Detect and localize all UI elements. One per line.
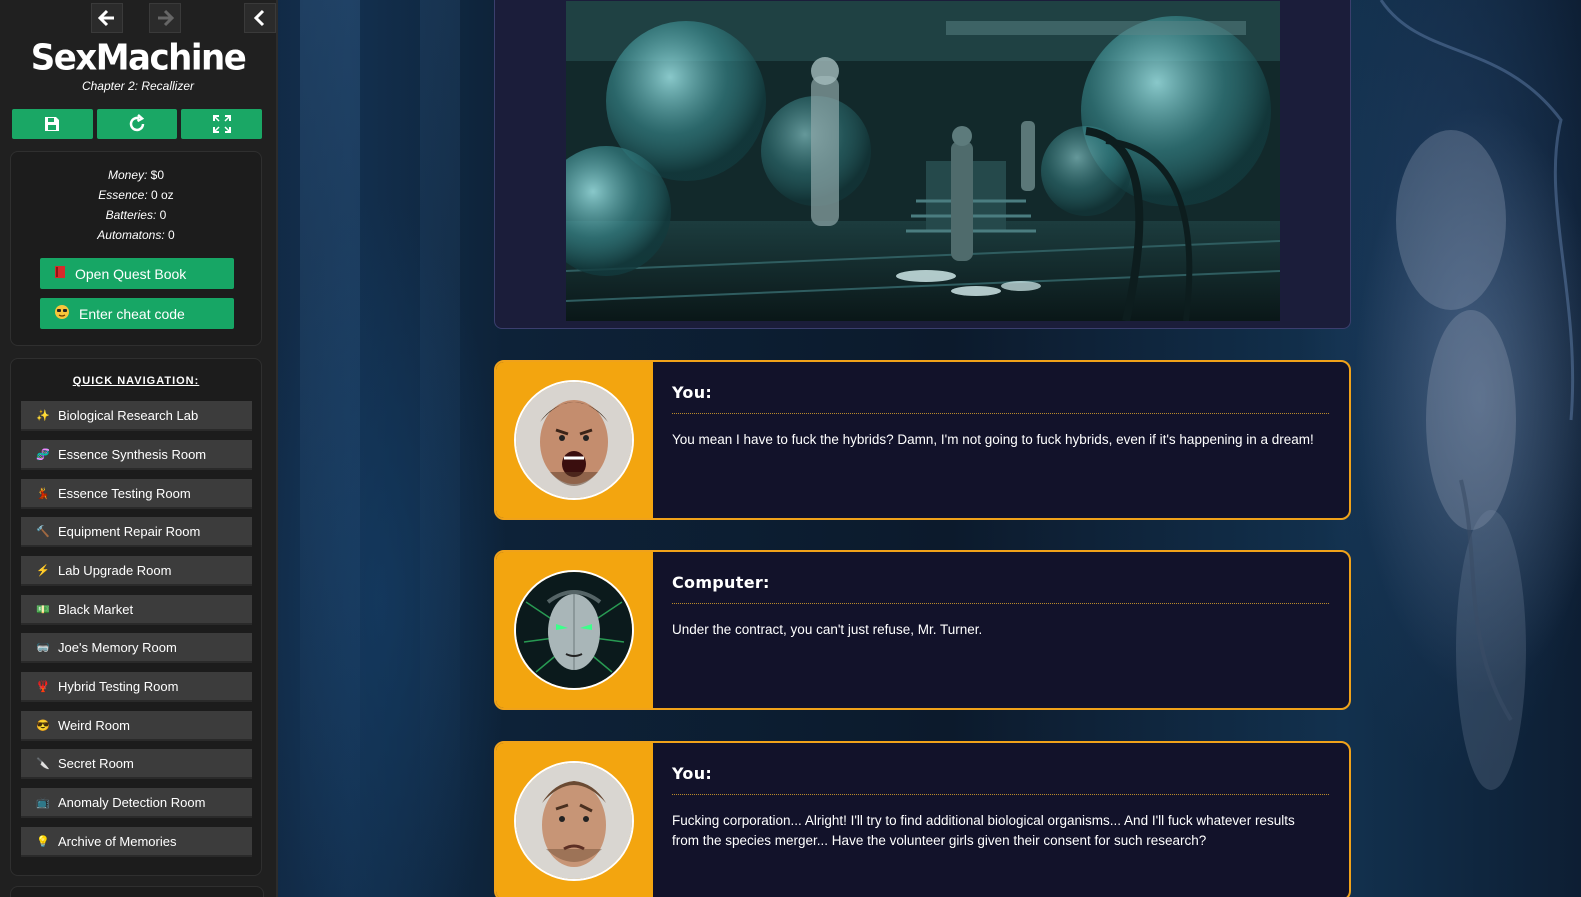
dotted-divider <box>672 603 1329 604</box>
fullscreen-button[interactable] <box>181 109 263 139</box>
chevron-left-icon <box>253 9 265 27</box>
room-icon: 🔨 <box>36 525 50 538</box>
money-stat: Money: $0 <box>107 168 165 182</box>
portrait-image <box>516 382 632 498</box>
quick-nav-item[interactable]: 🥽 Joe's Memory Room <box>21 633 252 663</box>
book-icon <box>54 265 66 282</box>
arrow-left-icon <box>98 9 114 27</box>
background-figure-art <box>1379 0 1575 790</box>
quick-nav-label: Weird Room <box>58 717 131 733</box>
dialogue-text: Fucking corporation... Alright! I'll try… <box>672 813 1295 848</box>
scene-image <box>566 1 1280 321</box>
quick-nav-label: Joe's Memory Room <box>58 639 177 655</box>
portrait-column <box>496 743 653 897</box>
sidebar-bottom-panel <box>10 886 264 897</box>
quick-nav-item[interactable]: ✨ Biological Research Lab <box>21 401 252 431</box>
room-icon: 💃 <box>36 487 50 500</box>
quick-nav-item[interactable]: 💡 Archive of Memories <box>21 827 252 857</box>
quick-nav-item[interactable]: 🔨 Equipment Repair Room <box>21 517 252 547</box>
quick-nav-label: Essence Testing Room <box>58 485 191 501</box>
essence-stat: Essence: 0 oz <box>98 188 174 202</box>
quick-nav-label: Hybrid Testing Room <box>58 678 179 694</box>
quick-nav-item[interactable]: 💵 Black Market <box>21 595 252 625</box>
quick-nav-label: Biological Research Lab <box>58 407 199 423</box>
dialogue-box: You: You mean I have to fuck the hybrids… <box>494 360 1351 520</box>
quick-nav-item[interactable]: 📺 Anomaly Detection Room <box>21 788 252 818</box>
sidebar: SexMachine Chapter 2: Recallizer Money: … <box>0 0 276 897</box>
room-icon: 🦞 <box>36 680 50 693</box>
quick-nav-label: Lab Upgrade Room <box>58 562 172 578</box>
game-title: SexMachine <box>30 37 247 79</box>
quick-nav-item[interactable]: 😎 Weird Room <box>21 711 252 741</box>
quick-nav-label: Black Market <box>58 601 134 617</box>
scene-frame <box>494 0 1351 329</box>
save-icon <box>45 117 60 131</box>
room-icon: ⚡ <box>36 564 50 577</box>
open-quest-book-button[interactable]: Open Quest Book <box>40 258 234 289</box>
quick-nav-item[interactable]: ⚡ Lab Upgrade Room <box>21 556 252 586</box>
sunglasses-face-icon <box>54 304 70 323</box>
room-icon: 😎 <box>36 719 50 732</box>
portrait-column <box>496 552 653 708</box>
room-icon: 💡 <box>36 835 50 848</box>
dotted-divider <box>672 794 1329 795</box>
back-arrow-button[interactable] <box>91 3 123 33</box>
lab-scene-illustration <box>566 1 1280 321</box>
dialogue-text: You mean I have to fuck the hybrids? Dam… <box>672 432 1314 447</box>
refresh-icon <box>129 114 145 132</box>
dotted-divider <box>672 413 1329 414</box>
dialogue-box: You: Fucking corporation... Alright! I'l… <box>494 741 1351 897</box>
quick-nav-label: Essence Synthesis Room <box>58 446 207 462</box>
quick-nav-label: Secret Room <box>58 755 134 771</box>
fullscreen-icon <box>212 115 231 133</box>
history-navigation <box>0 3 276 35</box>
room-icon: 📺 <box>36 796 50 809</box>
background-light-beam <box>420 0 460 897</box>
chapter-subtitle: Chapter 2: Recallizer <box>81 79 195 93</box>
save-button[interactable] <box>12 109 93 139</box>
quick-nav-label: Equipment Repair Room <box>58 523 201 539</box>
room-icon: 🧬 <box>36 448 50 461</box>
arrow-right-icon <box>158 9 174 27</box>
background-light-beam <box>300 0 360 897</box>
collapse-sidebar-button[interactable] <box>244 3 276 33</box>
quick-nav-item[interactable]: 🔪 Secret Room <box>21 749 252 779</box>
quick-nav-item[interactable]: 🦞 Hybrid Testing Room <box>21 672 252 702</box>
portrait-image <box>516 763 632 879</box>
open-quest-book-label: Open Quest Book <box>75 265 187 282</box>
room-icon: 🥽 <box>36 641 50 654</box>
dialogue-box: Computer: Under the contract, you can't … <box>494 550 1351 710</box>
batteries-stat: Batteries: 0 <box>105 208 167 222</box>
dialogue-text: Under the contract, you can't just refus… <box>672 622 983 637</box>
speaker-name: You: <box>672 383 713 402</box>
enter-cheat-code-label: Enter cheat code <box>79 305 185 322</box>
portrait-image <box>516 572 632 688</box>
speaker-name: You: <box>672 764 713 783</box>
quick-nav-item[interactable]: 💃 Essence Testing Room <box>21 479 252 509</box>
speaker-name: Computer: <box>672 573 770 592</box>
quick-nav-label: Anomaly Detection Room <box>58 794 206 810</box>
player-confused-avatar <box>514 761 634 881</box>
quick-navigation-panel: QUICK NAVIGATION: ✨ Biological Research L… <box>10 358 262 876</box>
enter-cheat-code-button[interactable]: Enter cheat code <box>40 298 234 329</box>
quick-nav-label: Archive of Memories <box>58 833 177 849</box>
restart-button[interactable] <box>96 109 178 139</box>
room-icon: 🔪 <box>36 757 50 770</box>
automatons-stat: Automatons: 0 <box>97 228 175 242</box>
room-icon: ✨ <box>36 409 50 422</box>
portrait-column <box>496 362 653 518</box>
forward-arrow-button[interactable] <box>149 3 181 33</box>
room-icon: 💵 <box>36 603 50 616</box>
sidebar-divider <box>276 0 278 897</box>
quick-nav-item[interactable]: 🧬 Essence Synthesis Room <box>21 440 252 470</box>
stats-panel: Money: $0 Essence: 0 oz Batteries: 0 Aut… <box>10 151 262 346</box>
toolbar <box>12 109 263 139</box>
player-shouting-avatar <box>514 380 634 500</box>
quick-navigation-title: QUICK NAVIGATION: <box>72 375 200 387</box>
computer-ai-avatar <box>514 570 634 690</box>
